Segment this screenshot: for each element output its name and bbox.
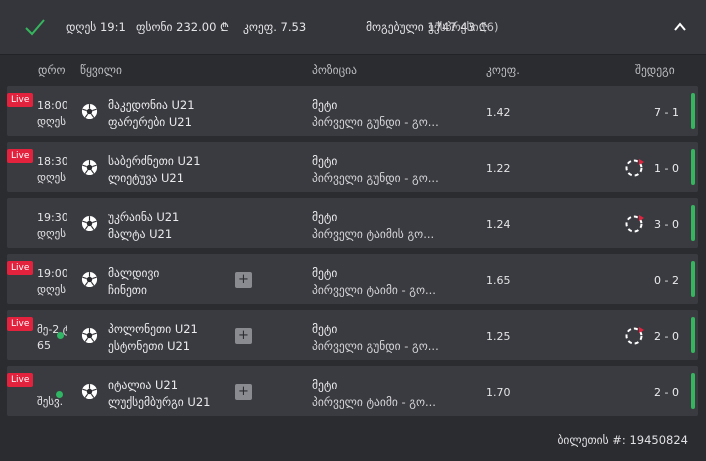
team-home: უკრაინა U21 xyxy=(108,210,180,224)
plus-icon[interactable]: + xyxy=(235,384,252,400)
score: 3 - 0 xyxy=(654,218,679,231)
odds-value: 1.70 xyxy=(486,386,511,399)
odds-value: 1.25 xyxy=(486,330,511,343)
live-badge: Live xyxy=(7,149,34,163)
event-date: დღეს xyxy=(37,115,66,128)
team-away: მალტა U21 xyxy=(108,227,173,241)
ball-icon xyxy=(81,327,98,344)
table-row[interactable]: Live 18:30 დღეს საბერძნეთი U21 ლიეტუვა U… xyxy=(7,142,698,192)
score: 1 - 0 xyxy=(654,162,679,175)
score: 7 - 1 xyxy=(654,106,679,119)
check-icon xyxy=(25,19,45,36)
ticket-number: ბილეთის #: 19450824 xyxy=(557,433,688,447)
live-badge: Live xyxy=(7,373,34,387)
market-name: მეტი xyxy=(312,98,338,112)
event-date: დღეს xyxy=(37,283,66,296)
selection-name: პირველი გუნდი - გო... xyxy=(312,171,439,185)
selection-name: პირველი ტაიმი - გო... xyxy=(312,283,436,297)
ball-icon xyxy=(81,215,98,232)
bet-date: დღეს 19:1 xyxy=(66,20,126,34)
column-header-result: შედეგი xyxy=(635,63,675,77)
odds-value: 1.65 xyxy=(486,274,511,287)
market-name: მეტი xyxy=(312,210,338,224)
event-time: 19:00 xyxy=(37,267,67,280)
plus-icon[interactable]: + xyxy=(235,272,252,288)
event-date: დღეს xyxy=(37,171,66,184)
column-header-event: წყვილი xyxy=(80,63,122,77)
win-status-bar xyxy=(691,93,695,129)
live-badge: Live xyxy=(7,93,34,107)
bet-total-odds: კოეფ. 7.53 xyxy=(243,20,307,34)
live-indicator-dot xyxy=(56,391,63,398)
win-status-bar xyxy=(691,261,695,297)
live-badge: Live xyxy=(7,261,34,275)
selection-name: პირველი ტაიმი - გო... xyxy=(312,395,436,409)
loading-icon xyxy=(625,215,644,233)
win-status-bar xyxy=(691,317,695,353)
event-time: 18:00 xyxy=(37,99,67,112)
win-status-bar xyxy=(691,373,695,409)
loading-icon xyxy=(625,327,644,345)
table-row[interactable]: Live 19:00 დღეს მალდივი ჩინეთი + მეტი პი… xyxy=(7,254,698,304)
odds-value: 1.24 xyxy=(486,218,511,231)
ball-icon xyxy=(81,271,98,288)
column-header-position: პოზიცია xyxy=(312,63,357,77)
selection-name: პირველი ტაიმის გო... xyxy=(312,227,435,241)
live-badge: Live xyxy=(7,317,34,331)
loading-icon xyxy=(625,159,644,177)
event-time: 19:30 xyxy=(37,211,67,224)
team-home: საბერძნეთი U21 xyxy=(108,154,201,168)
event-time: 18:30 xyxy=(37,155,67,168)
table-row[interactable]: Live 18:00 დღეს მაკედონია U21 ფარერები U… xyxy=(7,86,698,136)
ball-icon xyxy=(81,159,98,176)
bet-summary-header[interactable]: დღეს 19:1 ფსონი 232.00 ₾ კოეფ. 7.53 მოგე… xyxy=(0,0,706,55)
odds-value: 1.42 xyxy=(486,106,511,119)
table-row[interactable]: 19:30 დღეს უკრაინა U21 მალტა U21 მეტი პი… xyxy=(7,198,698,248)
event-date: 65 xyxy=(37,339,51,352)
selection-name: პირველი გუნდი - გო... xyxy=(312,339,439,353)
team-home: პოლონეთი U21 xyxy=(108,322,198,336)
market-name: მეტი xyxy=(312,154,338,168)
team-away: ფარერები U21 xyxy=(108,115,192,129)
table-row[interactable]: Live შესვ. იტალია U21 ლუქსემბურგი U21 + … xyxy=(7,366,698,416)
market-name: მეტი xyxy=(312,322,338,336)
team-away: ლიეტუვა U21 xyxy=(108,171,185,185)
team-away: ლუქსემბურგი U21 xyxy=(108,395,211,409)
ball-icon xyxy=(81,383,98,400)
column-header-odds: კოეფ. xyxy=(486,63,520,77)
score: 2 - 0 xyxy=(654,330,679,343)
bet-type: ექსპრესი (6) xyxy=(428,20,499,34)
ball-icon xyxy=(81,103,98,120)
score: 2 - 0 xyxy=(654,386,679,399)
team-home: მალდივი xyxy=(108,266,160,280)
selection-name: პირველი გუნდი - გო... xyxy=(312,115,439,129)
team-home: მაკედონია U21 xyxy=(108,98,195,112)
win-status-bar xyxy=(691,149,695,185)
team-away: ჩინეთი xyxy=(108,283,147,297)
market-name: მეტი xyxy=(312,266,338,280)
event-date: შესვ. xyxy=(37,395,64,408)
event-date: დღეს xyxy=(37,227,66,240)
win-status-bar xyxy=(691,205,695,241)
column-header-time: დრო xyxy=(38,63,66,77)
bet-stake: ფსონი 232.00 ₾ xyxy=(136,20,229,34)
table-row[interactable]: Live მე-2 ტ 65 პოლონეთი U21 ესტონეთი U21… xyxy=(7,310,698,360)
chevron-up-icon[interactable] xyxy=(672,19,688,35)
odds-value: 1.22 xyxy=(486,162,511,175)
score: 0 - 2 xyxy=(654,274,679,287)
plus-icon[interactable]: + xyxy=(235,328,252,344)
bet-footer: ბილეთის #: 19450824 xyxy=(0,420,706,461)
team-home: იტალია U21 xyxy=(108,378,179,392)
team-away: ესტონეთი U21 xyxy=(108,339,191,353)
live-indicator-dot xyxy=(57,332,64,339)
market-name: მეტი xyxy=(312,378,338,392)
